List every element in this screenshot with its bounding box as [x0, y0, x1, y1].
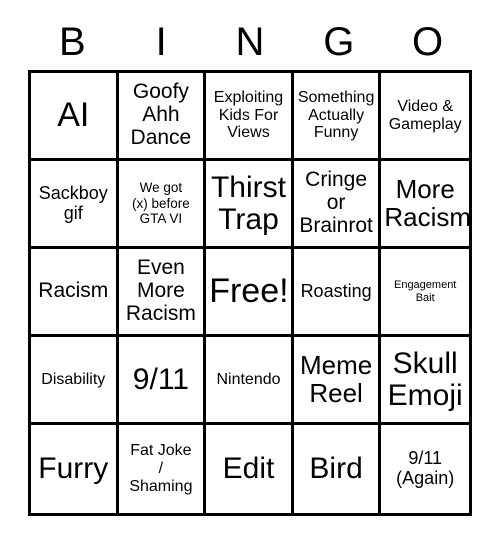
- bingo-cell-label: Bird: [309, 452, 363, 486]
- bingo-cell-r3c4[interactable]: Roasting: [293, 249, 382, 337]
- bingo-cell-label: Thirst Trap: [210, 171, 286, 236]
- bingo-cell-r2c4[interactable]: Cringe or Brainrot: [293, 161, 382, 249]
- bingo-cell-label: Even More Racism: [125, 256, 196, 325]
- bingo-cell-label: Meme Reel: [299, 349, 373, 408]
- bingo-grid: AI Goofy Ahh Dance Exploiting Kids For Vie…: [28, 70, 472, 516]
- bingo-card: B I N G O AI Goofy Ahh Dance Exploiting Ki…: [0, 0, 501, 544]
- bingo-header-letter-i: I: [155, 20, 167, 64]
- bingo-cell-r3c3[interactable]: Free!: [206, 249, 294, 337]
- bingo-cell-label: Goofy Ahh Dance: [130, 80, 192, 149]
- bingo-cell-r4c2[interactable]: 9/11: [118, 337, 207, 425]
- bingo-cell-r1c1[interactable]: AI: [31, 73, 119, 161]
- bingo-cell-r1c2[interactable]: Goofy Ahh Dance: [118, 73, 207, 161]
- bingo-cell-label: Nintendo: [216, 370, 281, 388]
- bingo-cell-r1c4[interactable]: Something Actually Funny: [293, 73, 382, 161]
- bingo-cell-label: Sackboy gif: [38, 182, 108, 223]
- bingo-cell-r1c3[interactable]: Exploiting Kids For Views: [206, 73, 294, 161]
- bingo-cell-label: Disability: [41, 370, 106, 388]
- bingo-cell-r5c4[interactable]: Bird: [293, 425, 382, 513]
- bingo-header-letter-b: B: [59, 20, 86, 64]
- bingo-cell-r5c5[interactable]: 9/11 (Again): [381, 425, 469, 513]
- bingo-cell-label: Something Actually Funny: [297, 88, 375, 142]
- bingo-cell-label: Racism: [38, 279, 109, 303]
- bingo-cell-label: Free!: [209, 271, 289, 310]
- bingo-cell-r2c3[interactable]: Thirst Trap: [206, 161, 294, 249]
- bingo-cell-label: Engagement Bait: [393, 278, 457, 304]
- bingo-cell-label: Exploiting Kids For Views: [213, 88, 284, 142]
- bingo-cell-r2c2[interactable]: We got (x) before GTA VI: [118, 161, 207, 249]
- bingo-cell-r4c1[interactable]: Disability: [31, 337, 119, 425]
- bingo-cell-label: More Racism: [384, 173, 469, 232]
- bingo-cell-r3c1[interactable]: Racism: [31, 249, 119, 337]
- bingo-cell-label: Fat Joke / Shaming: [129, 442, 193, 495]
- bingo-cell-label: Edit: [222, 452, 275, 486]
- bingo-cell-label: Cringe or Brainrot: [299, 168, 373, 237]
- bingo-header: B I N G O: [28, 18, 472, 66]
- bingo-cell-label: 9/11 (Again): [396, 448, 455, 488]
- bingo-cell-r2c5[interactable]: More Racism: [381, 161, 469, 249]
- bingo-cell-r3c5[interactable]: Engagement Bait: [381, 249, 469, 337]
- bingo-cell-r2c1[interactable]: Sackboy gif: [31, 161, 119, 249]
- bingo-header-letter-n: N: [235, 20, 265, 64]
- bingo-cell-label: Video & Gameplay: [388, 97, 462, 133]
- bingo-cell-r3c2[interactable]: Even More Racism: [118, 249, 207, 337]
- bingo-cell-label: Skull Emoji: [387, 347, 463, 412]
- bingo-cell-label: Furry: [38, 452, 109, 486]
- bingo-cell-r5c2[interactable]: Fat Joke / Shaming: [118, 425, 207, 513]
- bingo-cell-label: Roasting: [300, 280, 372, 301]
- bingo-cell-r4c4[interactable]: Meme Reel: [293, 337, 382, 425]
- bingo-cell-r5c3[interactable]: Edit: [206, 425, 294, 513]
- bingo-cell-r1c5[interactable]: Video & Gameplay: [381, 73, 469, 161]
- bingo-header-letter-o: O: [412, 20, 444, 64]
- bingo-cell-r4c5[interactable]: Skull Emoji: [381, 337, 469, 425]
- bingo-cell-r5c1[interactable]: Furry: [31, 425, 119, 513]
- bingo-cell-label: We got (x) before GTA VI: [132, 180, 190, 227]
- bingo-cell-label: AI: [57, 95, 90, 134]
- bingo-cell-r4c3[interactable]: Nintendo: [206, 337, 294, 425]
- bingo-header-letter-g: G: [323, 20, 355, 64]
- bingo-cell-label: 9/11: [132, 362, 189, 396]
